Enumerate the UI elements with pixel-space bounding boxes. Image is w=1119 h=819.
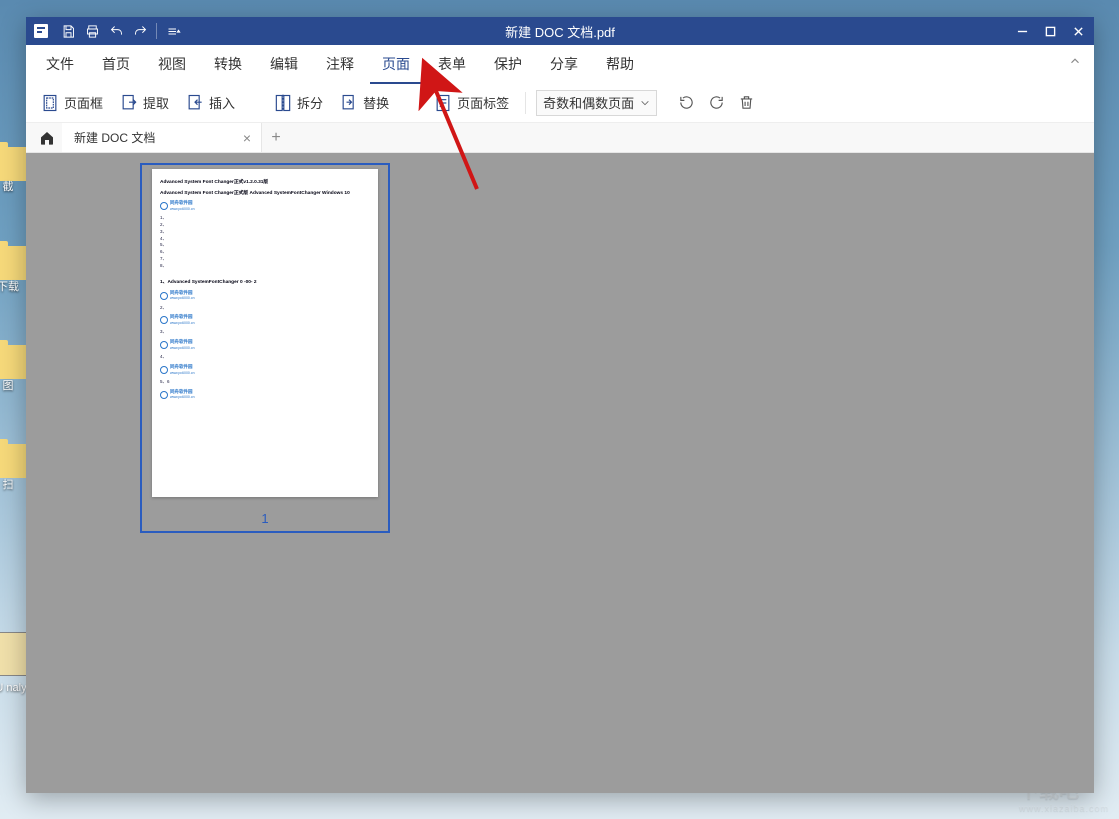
tool-replace[interactable]: 替换 <box>333 89 395 117</box>
more-dropdown-icon[interactable] <box>161 18 185 44</box>
menu-page[interactable]: 页面 <box>368 48 424 80</box>
tool-label: 页面标签 <box>457 93 509 112</box>
tool-insert[interactable]: 插入 <box>179 89 241 117</box>
save-icon[interactable] <box>56 18 80 44</box>
menu-file[interactable]: 文件 <box>32 48 88 80</box>
page-thumbnail-content: Advanced System Font Changer正式v1.2.0.31版… <box>152 169 378 497</box>
tab-title: 新建 DOC 文档 <box>74 129 155 146</box>
select-value: 奇数和偶数页面 <box>543 93 634 112</box>
delete-icon[interactable] <box>733 90 759 116</box>
redo-icon[interactable] <box>128 18 152 44</box>
print-icon[interactable] <box>80 18 104 44</box>
menu-help[interactable]: 帮助 <box>592 48 648 80</box>
divider <box>156 23 157 39</box>
thumb-sub: Advanced System Font Changer正式版 Advanced… <box>160 190 370 197</box>
watermark-url: www.xiazaiba.com <box>1019 803 1109 813</box>
menubar: 文件 首页 视图 转换 编辑 注释 页面 表单 保护 分享 帮助 <box>26 45 1094 83</box>
toolbar: 页面框 提取 插入 拆分 替换 页面标签 奇数和偶数页面 <box>26 83 1094 123</box>
tool-split[interactable]: 拆分 <box>267 89 329 117</box>
document-tab[interactable]: 新建 DOC 文档 × <box>62 123 262 152</box>
menu-comment[interactable]: 注释 <box>312 48 368 80</box>
window-title: 新建 DOC 文档.pdf <box>505 22 615 41</box>
titlebar: 新建 DOC 文档.pdf <box>26 17 1094 45</box>
page-thumbnail-selected[interactable]: Advanced System Font Changer正式v1.2.0.31版… <box>140 163 390 533</box>
minimize-button[interactable] <box>1010 20 1034 42</box>
close-button[interactable] <box>1066 20 1090 42</box>
separator <box>525 92 526 114</box>
menu-home[interactable]: 首页 <box>88 48 144 80</box>
page-range-select[interactable]: 奇数和偶数页面 <box>536 90 657 116</box>
tool-extract[interactable]: 提取 <box>113 89 175 117</box>
undo-icon[interactable] <box>104 18 128 44</box>
menu-form[interactable]: 表单 <box>424 48 480 80</box>
thumb-logo: 同舟软件园www.pc6000.cn <box>160 200 370 212</box>
tab-close-icon[interactable]: × <box>243 130 251 146</box>
tool-label: 插入 <box>209 93 235 112</box>
menu-view[interactable]: 视图 <box>144 48 200 80</box>
new-tab-button[interactable]: + <box>262 123 290 152</box>
collapse-ribbon-icon[interactable] <box>1068 54 1082 73</box>
rotate-right-icon[interactable] <box>703 90 729 116</box>
tool-label: 替换 <box>363 93 389 112</box>
maximize-button[interactable] <box>1038 20 1062 42</box>
tool-label: 提取 <box>143 93 169 112</box>
tool-page-frame[interactable]: 页面框 <box>34 89 109 117</box>
tool-page-label[interactable]: 页面标签 <box>427 89 515 117</box>
menu-edit[interactable]: 编辑 <box>256 48 312 80</box>
rotate-left-icon[interactable] <box>673 90 699 116</box>
menu-share[interactable]: 分享 <box>536 48 592 80</box>
menu-protect[interactable]: 保护 <box>480 48 536 80</box>
home-tab-icon[interactable] <box>32 123 62 152</box>
app-logo-icon <box>34 24 48 38</box>
app-window: 新建 DOC 文档.pdf 文件 首页 视图 转换 编辑 注释 页面 表单 保护… <box>26 17 1094 793</box>
thumb-title: Advanced System Font Changer正式v1.2.0.31版 <box>160 179 370 186</box>
workspace[interactable]: Advanced System Font Changer正式v1.2.0.31版… <box>26 153 1094 793</box>
tool-label: 拆分 <box>297 93 323 112</box>
menu-convert[interactable]: 转换 <box>200 48 256 80</box>
page-number-label: 1 <box>261 511 268 526</box>
document-tabbar: 新建 DOC 文档 × + <box>26 123 1094 153</box>
tool-label: 页面框 <box>64 93 103 112</box>
